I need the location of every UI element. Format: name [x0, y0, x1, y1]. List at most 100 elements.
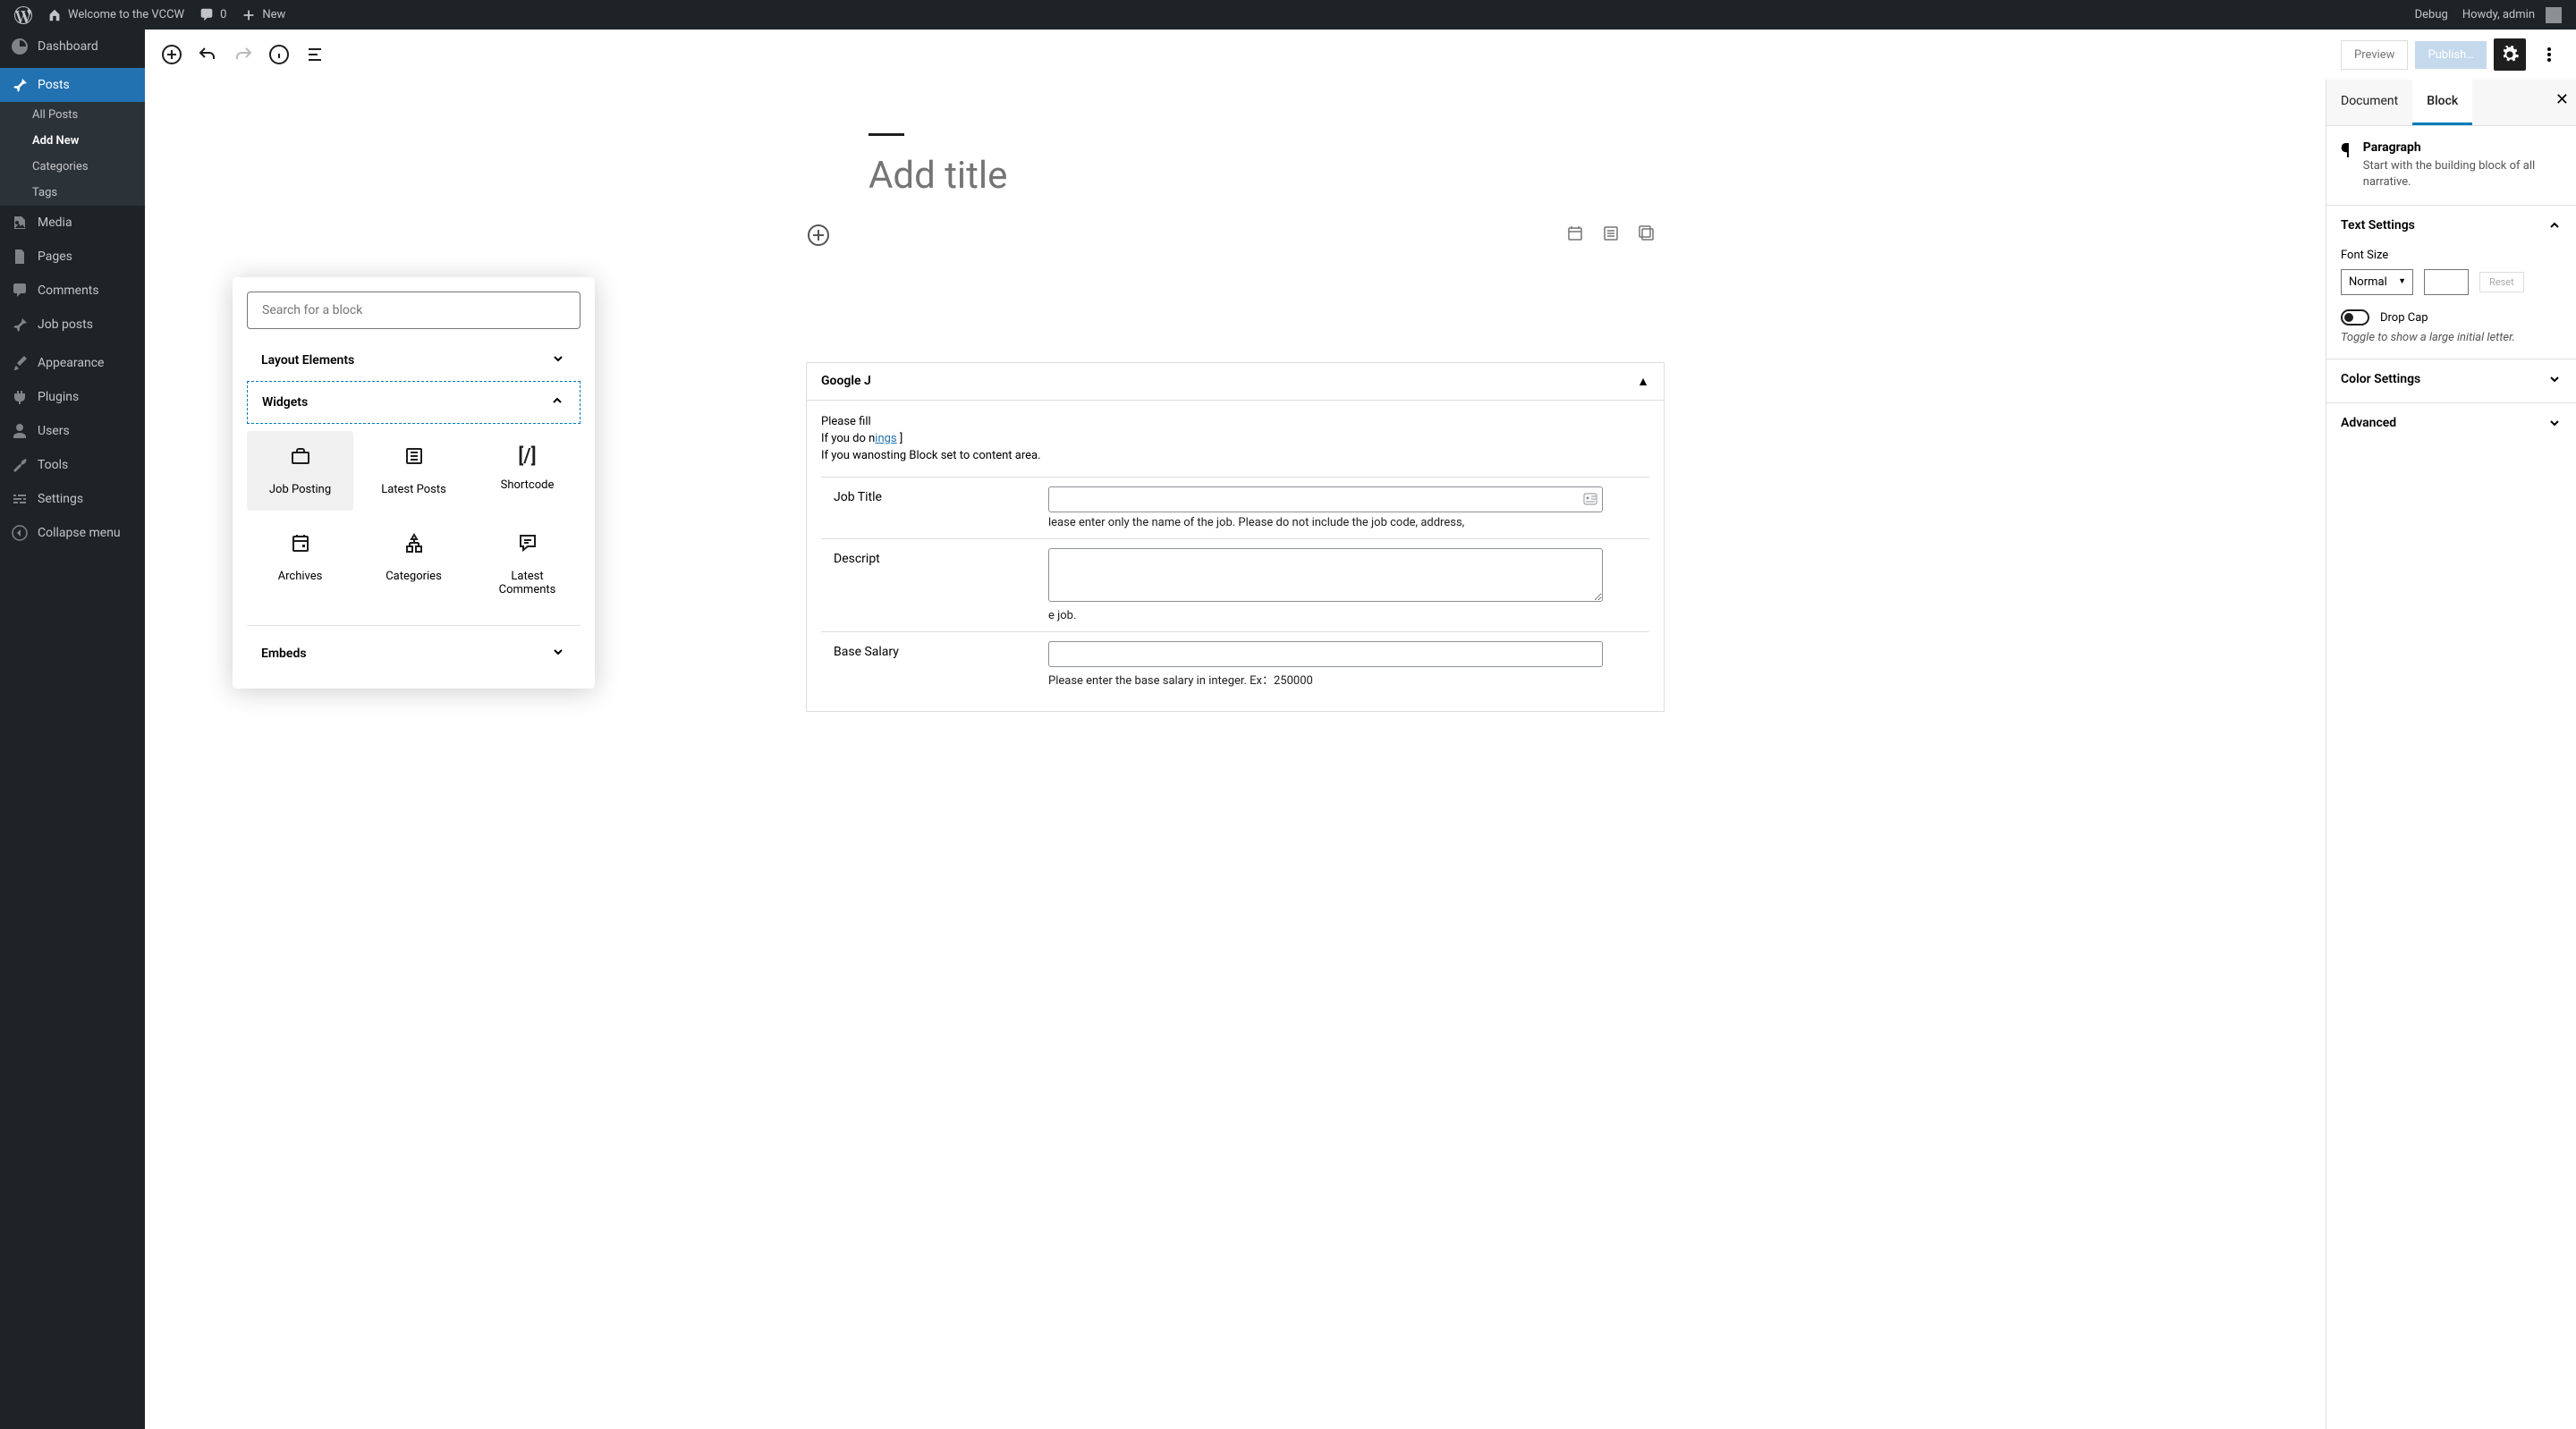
hierarchy-icon [403, 532, 425, 559]
settings-link[interactable]: ings [875, 432, 896, 445]
metabox-p1: Please fill [821, 415, 1649, 428]
block-latest-comments[interactable]: Latest Comments [474, 518, 580, 611]
submenu-tags[interactable]: Tags [0, 180, 145, 206]
pin-icon [11, 76, 29, 94]
paragraph-icon: ¶ [2341, 140, 2351, 190]
description-input[interactable] [1048, 548, 1603, 602]
info-button[interactable] [263, 38, 295, 71]
metabox-toggle[interactable]: ▲ [1637, 374, 1649, 389]
wp-logo[interactable] [7, 0, 39, 30]
redo-button[interactable] [227, 38, 259, 71]
submenu-all-posts[interactable]: All Posts [0, 102, 145, 128]
site-name[interactable]: Welcome to the VCCW [39, 0, 191, 30]
job-title-badge-icon [1583, 492, 1597, 510]
tab-block[interactable]: Block [2412, 80, 2472, 125]
new-label: New [262, 8, 285, 21]
font-size-select[interactable]: Normal [2341, 269, 2413, 295]
new-content[interactable]: New [233, 0, 292, 30]
menu-job-posts[interactable]: Job posts [0, 308, 145, 342]
preview-button[interactable]: Preview [2341, 40, 2408, 70]
submenu-add-new[interactable]: Add New [0, 128, 145, 154]
undo-button[interactable] [191, 38, 224, 71]
block-shortcode[interactable]: [/]Shortcode [474, 431, 580, 511]
metabox-title: Google J [821, 374, 871, 389]
menu-plugins[interactable]: Plugins [0, 380, 145, 414]
base-salary-hint: Please enter the base salary in integer.… [1048, 671, 1637, 688]
font-size-custom-input[interactable] [2424, 269, 2469, 295]
text-settings-toggle[interactable]: Text Settings [2326, 206, 2576, 249]
shortcode-icon: [/] [518, 445, 536, 468]
pin-icon [11, 316, 29, 334]
wordpress-icon [14, 6, 32, 24]
base-salary-input[interactable] [1048, 641, 1603, 667]
media-icon [11, 214, 29, 232]
user-icon [11, 422, 29, 440]
chevron-down-icon [2547, 416, 2562, 434]
reset-button[interactable]: Reset [2479, 272, 2524, 292]
job-title-input[interactable] [1048, 486, 1603, 512]
gallery-icon[interactable] [1638, 224, 1656, 246]
brush-icon [11, 354, 29, 372]
drop-cap-toggle[interactable] [2341, 309, 2369, 326]
post-title-input[interactable]: Add title [860, 154, 1611, 198]
block-categories[interactable]: Categories [360, 518, 467, 611]
inserter-search-input[interactable] [247, 292, 580, 329]
briefcase-icon [290, 445, 311, 472]
plugin-icon [11, 388, 29, 406]
more-menu[interactable] [2533, 38, 2565, 71]
block-description: Start with the building block of all nar… [2363, 158, 2562, 190]
comment-icon [11, 282, 29, 300]
debug-menu[interactable]: Debug [2408, 0, 2455, 30]
drop-cap-hint: Toggle to show a large initial letter. [2341, 331, 2562, 344]
menu-comments[interactable]: Comments [0, 274, 145, 308]
category-layout-elements[interactable]: Layout Elements [247, 340, 580, 381]
menu-media[interactable]: Media [0, 206, 145, 240]
menu-pages[interactable]: Pages [0, 240, 145, 274]
chevron-up-icon [2547, 218, 2562, 236]
block-name: Paragraph [2363, 140, 2562, 155]
description-hint: e job. [1048, 609, 1637, 622]
my-account[interactable]: Howdy, admin [2455, 0, 2569, 30]
sliders-icon [11, 490, 29, 508]
avatar-icon [2546, 7, 2562, 23]
block-archives[interactable]: Archives [247, 518, 353, 611]
calendar-icon[interactable] [1566, 224, 1584, 246]
title-dash [869, 133, 904, 136]
block-inserter: Layout Elements Widgets Job Posting Late… [233, 277, 595, 689]
list-icon [403, 445, 425, 472]
outline-button[interactable] [299, 38, 331, 71]
chevron-up-icon [549, 393, 565, 412]
dashboard-icon [11, 38, 29, 55]
inline-add-block[interactable] [808, 224, 829, 246]
menu-tools[interactable]: Tools [0, 448, 145, 482]
drop-cap-label: Drop Cap [2380, 311, 2428, 325]
color-settings-toggle[interactable]: Color Settings [2326, 359, 2576, 402]
base-salary-label: Base Salary [821, 632, 1036, 697]
settings-toggle[interactable] [2494, 38, 2526, 71]
menu-users[interactable]: Users [0, 414, 145, 448]
menu-posts[interactable]: Posts [0, 68, 145, 102]
add-block-button[interactable] [156, 38, 188, 71]
menu-dashboard[interactable]: Dashboard [0, 30, 145, 63]
close-panel[interactable]: ✕ [2555, 90, 2569, 109]
collapse-menu[interactable]: Collapse menu [0, 516, 145, 550]
home-icon [47, 7, 63, 23]
page-icon [11, 248, 29, 266]
menu-appearance[interactable]: Appearance [0, 346, 145, 380]
comments-bubble[interactable]: 0 [191, 0, 233, 30]
job-title-hint: lease enter only the name of the job. Pl… [1048, 516, 1637, 529]
category-embeds[interactable]: Embeds [247, 633, 580, 674]
category-widgets[interactable]: Widgets [247, 381, 580, 424]
block-job-posting[interactable]: Job Posting [247, 431, 353, 511]
chevron-down-icon [550, 351, 566, 370]
menu-settings[interactable]: Settings [0, 482, 145, 516]
list-icon[interactable] [1602, 224, 1620, 246]
tab-document[interactable]: Document [2326, 80, 2412, 125]
block-latest-posts[interactable]: Latest Posts [360, 431, 467, 511]
publish-button[interactable]: Publish… [2415, 41, 2487, 69]
chevron-down-icon [550, 644, 566, 664]
advanced-toggle[interactable]: Advanced [2326, 403, 2576, 446]
site-name-text: Welcome to the VCCW [68, 8, 184, 21]
submenu-categories[interactable]: Categories [0, 154, 145, 180]
calendar-icon [290, 532, 311, 559]
